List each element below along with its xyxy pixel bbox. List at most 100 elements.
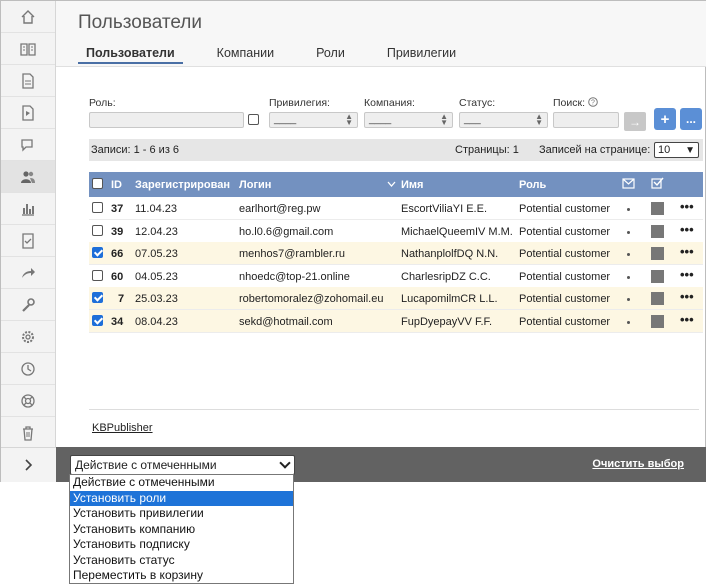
- row-checkbox[interactable]: [92, 292, 103, 304]
- cell-login[interactable]: menhos7@rambler.ru: [239, 248, 345, 260]
- role-input[interactable]: [89, 112, 244, 128]
- table-row[interactable]: 66 07.05.23 menhos7@rambler.ru NathanplolfD…: [89, 242, 703, 266]
- dropdown-option[interactable]: Действие с отмеченными: [70, 475, 293, 491]
- tab-roles[interactable]: Роли: [308, 46, 353, 64]
- status-value: ___: [464, 114, 481, 125]
- more-actions-button[interactable]: ...: [680, 108, 702, 130]
- tab-users[interactable]: Пользователи: [78, 46, 183, 64]
- dropdown-option[interactable]: Установить роли: [70, 490, 293, 506]
- table-row[interactable]: 37 11.04.23 earlhort@reg.pw EscortViliaYI E…: [89, 197, 703, 220]
- role-checkbox[interactable]: [248, 114, 259, 125]
- clock-icon: [21, 361, 35, 376]
- home-icon: [21, 9, 35, 24]
- status-dot: [627, 208, 630, 211]
- sidebar-item-pdf[interactable]: [1, 97, 55, 129]
- status-select[interactable]: ___ ▲ ▼: [459, 112, 548, 128]
- cell-name: CharlesripDZ C.C.: [401, 270, 491, 283]
- cell-login[interactable]: earlhort@reg.pw: [239, 203, 320, 215]
- chart-icon: [22, 203, 34, 216]
- help-icon[interactable]: ?: [588, 97, 598, 107]
- cell-id: 66: [111, 248, 124, 261]
- header-login[interactable]: Логин: [239, 179, 271, 191]
- add-user-button[interactable]: +: [654, 108, 676, 130]
- share-icon: [22, 267, 35, 278]
- bulk-action-select[interactable]: Действие с отмеченными: [70, 455, 295, 475]
- header-registered[interactable]: Зарегистрирован: [135, 179, 230, 191]
- cell-login[interactable]: ho.l0.6@gmail.com: [239, 226, 333, 238]
- sidebar: [1, 1, 56, 482]
- status-square: [651, 202, 664, 215]
- book-icon: [20, 42, 36, 56]
- cell-date: 04.05.23: [135, 270, 178, 283]
- row-menu-button[interactable]: •••: [680, 267, 694, 282]
- cell-date: 07.05.23: [135, 248, 178, 261]
- privilege-select[interactable]: ____ ▲ ▼: [269, 112, 358, 128]
- cell-role: Potential customer: [519, 316, 611, 328]
- table-row[interactable]: 60 04.05.23 nhoedc@top-21.online Charlesrip…: [89, 265, 703, 288]
- sidebar-item-settings[interactable]: [1, 321, 55, 353]
- mail-icon: [622, 178, 635, 189]
- cell-role: Potential customer: [519, 203, 611, 215]
- dropdown-option[interactable]: Установить подписку: [70, 537, 293, 553]
- row-menu-button[interactable]: •••: [680, 244, 694, 259]
- row-menu-button[interactable]: •••: [680, 312, 694, 327]
- sidebar-item-tools[interactable]: [1, 289, 55, 321]
- table-row[interactable]: 39 12.04.23 ho.l0.6@gmail.com MichaelQueemI…: [89, 220, 703, 243]
- dropdown-option[interactable]: Переместить в корзину: [70, 568, 293, 584]
- header-name[interactable]: Имя: [401, 179, 423, 191]
- table-header: ID Зарегистрирован Логин Имя Роль: [89, 172, 703, 197]
- row-menu-button[interactable]: •••: [680, 199, 694, 214]
- bulk-action-value: Действие с отмеченными: [75, 458, 217, 472]
- bulk-action-dropdown: Действие с отмеченными Установить роли Уст…: [69, 474, 294, 584]
- file-check-icon: [22, 232, 34, 249]
- per-page-label: Записей на странице:: [539, 144, 651, 156]
- sidebar-item-comments[interactable]: [1, 129, 55, 161]
- search-input[interactable]: [553, 112, 619, 128]
- sidebar-item-reports[interactable]: [1, 193, 55, 225]
- kbpublisher-link[interactable]: KBPublisher: [92, 422, 153, 434]
- sidebar-item-export[interactable]: [1, 257, 55, 289]
- sidebar-item-help[interactable]: [1, 385, 55, 417]
- search-go-button[interactable]: →: [624, 112, 646, 131]
- tab-privileges[interactable]: Привилегии: [379, 46, 464, 64]
- row-menu-button[interactable]: •••: [680, 289, 694, 304]
- cell-id: 39: [111, 225, 124, 238]
- cell-role: Potential customer: [519, 270, 611, 283]
- clear-selection-link[interactable]: Очистить выбор: [592, 458, 684, 470]
- per-page-select[interactable]: 10 ▼: [654, 142, 699, 158]
- sidebar-item-users[interactable]: [1, 161, 55, 193]
- table-row[interactable]: 34 08.04.23 sekd@hotmail.com FupDyepayVV F.…: [89, 310, 703, 333]
- row-menu-button[interactable]: •••: [680, 222, 694, 237]
- row-checkbox[interactable]: [92, 247, 103, 259]
- sidebar-expand-button[interactable]: [1, 447, 56, 482]
- pages-info: Страницы: 1: [455, 144, 519, 156]
- records-info-bar: Записи: 1 - 6 из 6 Страницы: 1 Записей н…: [89, 139, 703, 161]
- cell-login[interactable]: nhoedc@top-21.online: [239, 271, 350, 283]
- header-id[interactable]: ID: [111, 179, 122, 191]
- sidebar-item-files[interactable]: [1, 65, 55, 97]
- status-square: [651, 269, 664, 283]
- cell-date: 25.03.23: [135, 293, 178, 306]
- status-square: [651, 292, 664, 306]
- sidebar-item-forms[interactable]: [1, 225, 55, 257]
- row-checkbox[interactable]: [92, 224, 103, 236]
- company-select[interactable]: ____ ▲ ▼: [364, 112, 453, 128]
- table-row[interactable]: 7 25.03.23 robertomoralez@zohomail.eu Lucap…: [89, 287, 703, 311]
- sidebar-item-logs[interactable]: [1, 353, 55, 385]
- updown-icon: ▲ ▼: [440, 112, 448, 127]
- sidebar-item-home[interactable]: [1, 1, 55, 33]
- dropdown-option[interactable]: Установить привилегии: [70, 506, 293, 522]
- dropdown-option[interactable]: Установить статус: [70, 553, 293, 569]
- row-checkbox[interactable]: [92, 202, 103, 213]
- row-checkbox[interactable]: [92, 315, 103, 326]
- cell-login[interactable]: robertomoralez@zohomail.eu: [239, 293, 383, 305]
- sidebar-item-trash[interactable]: [1, 417, 55, 449]
- row-checkbox[interactable]: [92, 269, 103, 281]
- dropdown-option[interactable]: Установить компанию: [70, 522, 293, 538]
- select-all-checkbox[interactable]: [92, 178, 103, 189]
- sidebar-item-articles[interactable]: [1, 33, 55, 65]
- header-role[interactable]: Роль: [519, 179, 546, 191]
- tab-companies[interactable]: Компании: [209, 46, 282, 64]
- status-dot: [627, 253, 630, 257]
- cell-login[interactable]: sekd@hotmail.com: [239, 316, 333, 328]
